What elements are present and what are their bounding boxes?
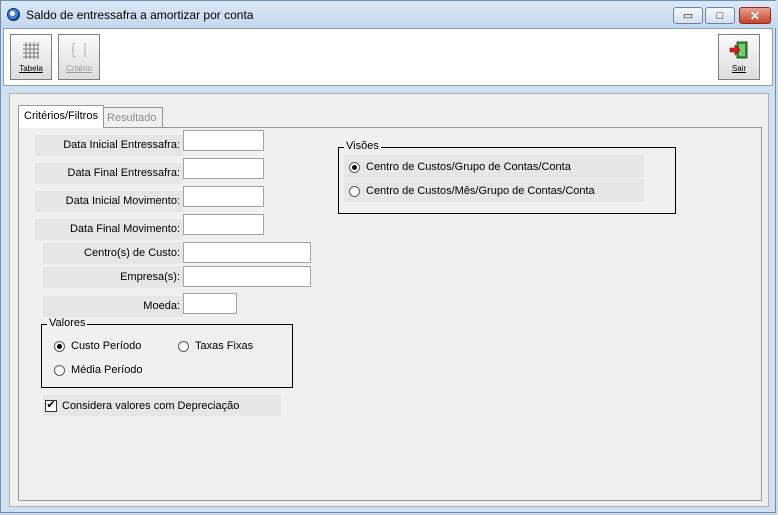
radio-unselected-icon [349, 185, 360, 197]
centros-custo-input[interactable] [183, 242, 311, 263]
visao-cc-grupo-conta-label: Centro de Custos/Grupo de Contas/Conta [366, 161, 571, 173]
grid-icon [23, 42, 39, 59]
tabela-button[interactable]: Tabela [10, 34, 52, 80]
tab-resultado[interactable]: Resultado [101, 107, 163, 128]
depreciacao-label: Considera valores com Depreciação [62, 399, 240, 412]
data-inicial-movimento-input[interactable] [183, 186, 264, 207]
valores-title: Valores [47, 317, 88, 329]
tab-criterios-filtros[interactable]: Critérios/Filtros [18, 105, 104, 128]
tabela-label: Tabela [19, 64, 43, 73]
data-final-movimento-input[interactable] [183, 214, 264, 235]
visao-cc-mes-grupo-conta-radio[interactable]: Centro de Custos/Mês/Grupo de Contas/Con… [349, 185, 595, 197]
visao-cc-grupo-conta-radio[interactable]: Centro de Custos/Grupo de Contas/Conta [349, 161, 571, 173]
data-inicial-movimento-label: Data Inicial Movimento: [35, 191, 183, 212]
centros-custo-label: Centro(s) de Custo: [43, 243, 183, 264]
empresas-label: Empresa(s): [43, 267, 183, 288]
minimize-icon: ▭ [682, 10, 694, 22]
criterio-button[interactable]: Critério [58, 34, 100, 80]
media-periodo-radio[interactable]: Média Período [54, 364, 143, 376]
main-window: Saldo de entressafra a amortizar por con… [0, 0, 777, 513]
visao-cc-mes-grupo-conta-label: Centro de Custos/Mês/Grupo de Contas/Con… [366, 185, 595, 197]
radio-selected-icon [349, 161, 360, 173]
taxas-fixas-radio[interactable]: Taxas Fixas [178, 340, 253, 352]
data-inicial-entressafra-input[interactable] [183, 130, 264, 151]
data-final-movimento-label: Data Final Movimento: [35, 219, 183, 240]
radio-unselected-icon [178, 340, 189, 352]
media-periodo-label: Média Período [71, 364, 143, 376]
data-final-entressafra-label: Data Final Entressafra: [35, 163, 183, 184]
minimize-button[interactable]: ▭ [673, 7, 703, 24]
checkbox-checked-icon: ✔ [45, 399, 57, 412]
sair-button[interactable]: Sair [718, 34, 760, 80]
title-bar[interactable]: Saldo de entressafra a amortizar por con… [1, 1, 777, 28]
criterios-panel: Data Inicial Entressafra: Data Final Ent… [18, 127, 762, 501]
app-icon [7, 8, 20, 21]
window-title: Saldo de entressafra a amortizar por con… [26, 8, 254, 22]
radio-unselected-icon [54, 364, 65, 376]
exit-door-icon [729, 41, 748, 59]
taxas-fixas-label: Taxas Fixas [195, 340, 254, 352]
depreciacao-checkbox[interactable]: ✔ Considera valores com Depreciação [43, 395, 281, 416]
custo-periodo-label: Custo Período [71, 340, 142, 352]
sair-label: Sair [731, 64, 747, 73]
custo-periodo-radio[interactable]: Custo Período [54, 340, 141, 352]
maximize-icon: □ [716, 9, 724, 22]
maximize-button[interactable]: □ [705, 7, 735, 24]
visoes-group: Visões Centro de Custos/Grupo de Contas/… [338, 140, 676, 214]
close-button[interactable]: ✕ [739, 7, 771, 24]
toolbar: Tabela Critério Sair [3, 28, 773, 86]
visoes-title: Visões [344, 140, 381, 152]
valores-group: Valores Custo Período Taxas Fixas Média … [41, 317, 293, 388]
data-inicial-entressafra-label: Data Inicial Entressafra: [35, 135, 183, 156]
radio-selected-icon [54, 340, 65, 352]
moeda-input[interactable] [183, 293, 237, 314]
data-final-entressafra-input[interactable] [183, 158, 264, 179]
criterio-label: Critério [66, 64, 92, 73]
close-icon: ✕ [749, 8, 761, 23]
content-area: Critérios/Filtros Resultado Data Inicial… [9, 93, 769, 507]
moeda-label: Moeda: [43, 296, 183, 317]
empresas-input[interactable] [183, 266, 311, 287]
criteria-icon [72, 42, 86, 58]
